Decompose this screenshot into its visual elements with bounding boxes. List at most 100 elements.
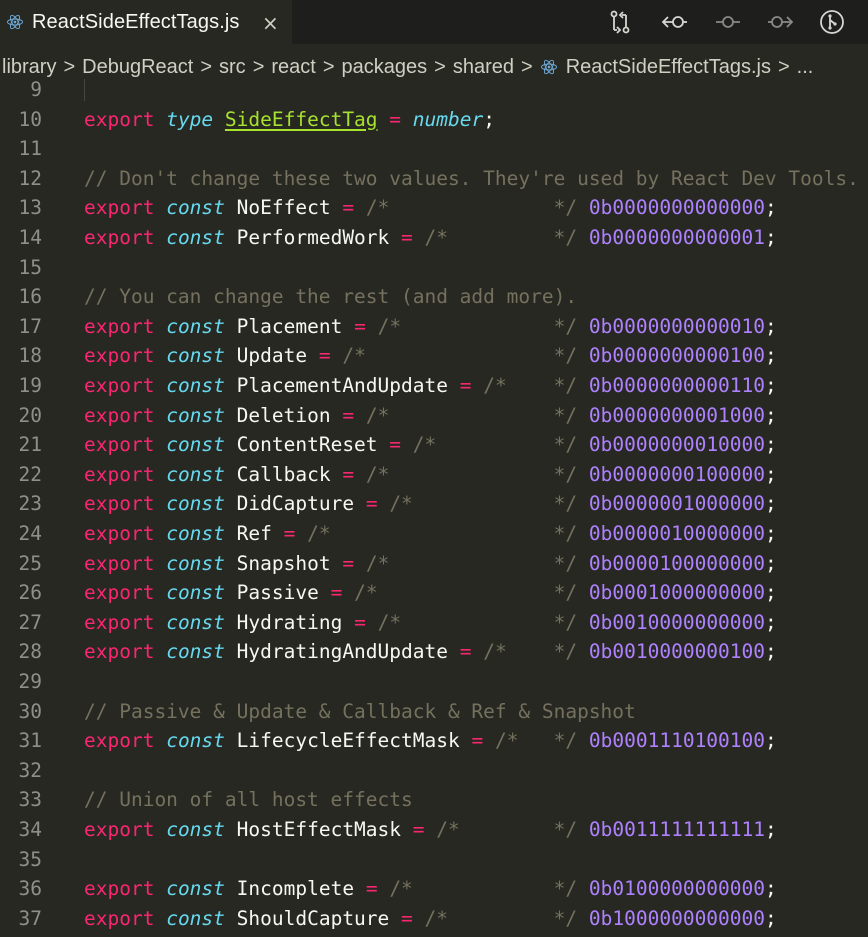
code-token: ; (765, 551, 777, 575)
breadcrumb-item-react[interactable]: react (271, 56, 315, 79)
code-line[interactable]: 9 (0, 78, 868, 105)
code-token: const (166, 314, 225, 338)
code-line[interactable]: 33 // Union of all host effects (0, 785, 868, 815)
code-line[interactable]: 30 // Passive & Update & Callback & Ref &… (0, 697, 868, 727)
code-line[interactable]: 13 export const NoEffect = /* */ 0b000000… (0, 193, 868, 223)
open-changes-icon[interactable] (714, 8, 742, 36)
breadcrumb-item-library[interactable]: library (2, 56, 56, 79)
code-line[interactable]: 31 export const LifecycleEffectMask = /* … (0, 726, 868, 756)
code-editor[interactable]: 9 10 export type SideEffectTag = number; 11… (0, 78, 868, 937)
code-token: = (283, 522, 296, 545)
code-line[interactable]: 32 (0, 756, 868, 786)
breadcrumb-item-packages[interactable]: packages (342, 56, 428, 79)
code-token: 0b0000000010000 (588, 433, 766, 457)
code-line[interactable]: 24 export const Ref = /* */ 0b00000100000… (0, 519, 868, 549)
code-token: 0b0000010000000 (588, 522, 766, 545)
code-line[interactable]: 27 export const Hydrating = /* */ 0b00100… (0, 608, 868, 638)
code-token: const (166, 581, 225, 605)
code-line[interactable]: 29 (0, 667, 868, 697)
code-text: export const HostEffectMask = /* */ 0b00… (84, 815, 777, 845)
code-line[interactable]: 25 export const Snapshot = /* */ 0b000010… (0, 549, 868, 579)
breadcrumb-separator: > (434, 55, 446, 78)
go-previous-change-icon[interactable] (661, 8, 689, 36)
code-token: const (166, 492, 225, 516)
close-icon[interactable]: × (262, 11, 279, 35)
code-line[interactable]: 23 export const DidCapture = /* */ 0b0000… (0, 489, 868, 519)
breadcrumb-item-src[interactable]: src (219, 56, 246, 79)
code-text: export const Snapshot = /* */ 0b00001000… (84, 549, 777, 579)
code-line[interactable]: 36 export const Incomplete = /* */ 0b0100… (0, 874, 868, 904)
code-line[interactable]: 34 export const HostEffectMask = /* */ 0b… (0, 815, 868, 845)
code-token: ; (765, 877, 777, 901)
line-number: 33 (18, 788, 42, 812)
compare-changes-icon[interactable] (606, 8, 634, 36)
code-text: // Union of all host effects (84, 785, 413, 815)
code-token: /* */ (424, 226, 578, 249)
code-line[interactable]: 11 (0, 134, 868, 164)
breadcrumb-separator: > (200, 55, 213, 78)
code-line[interactable]: 16 // You can change the rest (and add mo… (0, 282, 868, 312)
code-token: const (166, 640, 225, 664)
code-line[interactable]: 20 export const Deletion = /* */ 0b000000… (0, 401, 868, 431)
code-line[interactable]: 28 export const HydratingAndUpdate = /* *… (0, 637, 868, 667)
line-number: 21 (18, 433, 42, 457)
code-token: ; (765, 314, 777, 338)
editor-tab[interactable]: ReactSideEffectTags.js × (0, 0, 292, 44)
code-token: /* */ (389, 492, 578, 516)
line-number: 12 (18, 166, 42, 190)
code-token: type (166, 107, 214, 131)
code-token: export (84, 492, 155, 516)
code-token: export (84, 107, 155, 131)
code-line[interactable]: 10 export type SideEffectTag = number; (0, 105, 868, 135)
code-line[interactable]: 21 export const ContentReset = /* */ 0b00… (0, 430, 868, 460)
code-line[interactable]: 19 export const PlacementAndUpdate = /* *… (0, 371, 868, 401)
code-token: export (84, 403, 155, 427)
go-next-change-icon[interactable] (766, 8, 794, 36)
code-line[interactable]: 35 (0, 845, 868, 875)
code-token: const (166, 522, 225, 545)
code-line[interactable]: 14 export const PerformedWork = /* */ 0b0… (0, 223, 868, 253)
code-line[interactable]: 37 export const ShouldCapture = /* */ 0b1… (0, 904, 868, 934)
breadcrumb-item-file[interactable]: ReactSideEffectTags.js (540, 56, 771, 79)
line-number: 14 (18, 226, 42, 249)
line-number: 23 (18, 492, 42, 516)
code-token: = (354, 314, 366, 338)
code-token: export (84, 877, 155, 901)
code-line[interactable]: 22 export const Callback = /* */ 0b000000… (0, 460, 868, 490)
code-token: const (166, 374, 225, 397)
code-line[interactable]: 12 // Don't change these two values. They… (0, 164, 868, 194)
breadcrumb-item-shared[interactable]: shared (453, 56, 514, 79)
breadcrumb-item-more[interactable]: ... (797, 56, 814, 79)
code-token: = (389, 433, 402, 457)
code-token: = (342, 462, 355, 486)
line-number: 26 (18, 581, 42, 605)
line-number: 13 (18, 196, 42, 220)
line-number: 9 (30, 78, 42, 101)
code-token: Passive (236, 581, 319, 605)
code-token: Incomplete (236, 877, 355, 901)
code-line[interactable]: 26 export const Passive = /* */ 0b0001000… (0, 578, 868, 608)
code-token: 0b0010000000000 (588, 610, 766, 634)
code-line[interactable]: 15 (0, 253, 868, 283)
breadcrumb-separator: > (252, 55, 265, 78)
line-number: 20 (18, 403, 42, 427)
code-line[interactable]: 18 export const Update = /* */ 0b00000000… (0, 341, 868, 371)
code-token: export (84, 374, 155, 397)
breadcrumb-item-debugreact[interactable]: DebugReact (82, 56, 193, 79)
git-lens-icon[interactable] (818, 8, 846, 36)
code-line[interactable]: 17 export const Placement = /* */ 0b00000… (0, 312, 868, 342)
